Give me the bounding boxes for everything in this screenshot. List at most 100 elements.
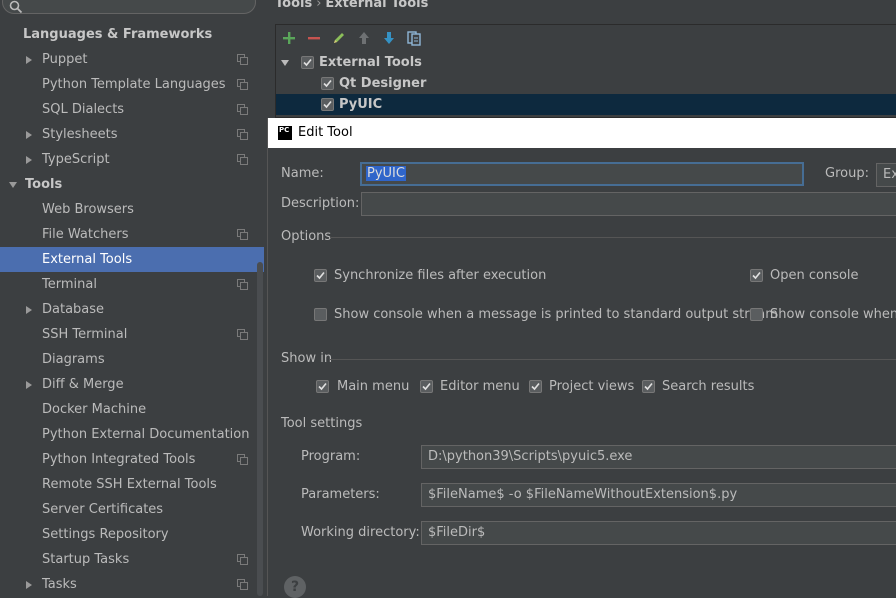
- project-level-icon: [237, 79, 248, 90]
- project-level-icon: [237, 579, 248, 590]
- sidebar-item-python-external-documentation[interactable]: Python External Documentation: [0, 422, 264, 447]
- option-label: Main menu: [337, 379, 410, 394]
- checkbox-search-results[interactable]: [642, 380, 655, 393]
- chevron-right-icon[interactable]: [24, 55, 34, 65]
- sidebar-item-languages-frameworks[interactable]: Languages & Frameworks: [0, 22, 264, 47]
- sidebar-item-label: Diff & Merge: [42, 377, 124, 392]
- edit-icon[interactable]: [331, 30, 347, 46]
- tools-toolbar: [276, 25, 896, 51]
- sidebar-item-diagrams[interactable]: Diagrams: [0, 347, 264, 372]
- checkmark-icon: [323, 79, 332, 88]
- program-label: Program:: [301, 449, 361, 464]
- option-label: Search results: [662, 379, 755, 394]
- program-input[interactable]: D:\python39\Scripts\pyuic5.exe: [421, 445, 896, 469]
- dialog-title-bar[interactable]: PC Edit Tool: [268, 118, 896, 148]
- sidebar-item-label: SSH Terminal: [42, 327, 128, 342]
- external-tools-panel: External Tools Qt Designer PyUIC: [275, 24, 896, 118]
- tree-group-external-tools[interactable]: External Tools: [276, 52, 896, 73]
- sidebar-scrollbar[interactable]: [257, 262, 263, 596]
- group-combobox[interactable]: Ext: [876, 163, 896, 187]
- description-label: Description:: [281, 196, 360, 211]
- sidebar-item-label: Docker Machine: [42, 402, 147, 417]
- program-value: D:\python39\Scripts\pyuic5.exe: [428, 449, 633, 464]
- sidebar-item-label: Terminal: [42, 277, 97, 292]
- chevron-down-icon[interactable]: [8, 180, 18, 190]
- chevron-down-icon[interactable]: [280, 58, 290, 68]
- chevron-right-icon[interactable]: [24, 580, 34, 590]
- sidebar-item-label: Startup Tasks: [42, 552, 130, 567]
- checkbox-external-tools[interactable]: [301, 56, 314, 69]
- checkbox-show-console-stdout[interactable]: [314, 308, 327, 321]
- sidebar-item-tasks[interactable]: Tasks: [0, 572, 264, 597]
- sidebar-item-python-integrated-tools[interactable]: Python Integrated Tools: [0, 447, 264, 472]
- sidebar-item-file-watchers[interactable]: File Watchers: [0, 222, 264, 247]
- sidebar-item-terminal[interactable]: Terminal: [0, 272, 264, 297]
- move-up-icon[interactable]: [356, 30, 372, 46]
- checkbox-project-views[interactable]: [529, 380, 542, 393]
- sidebar-item-ssh-terminal[interactable]: SSH Terminal: [0, 322, 264, 347]
- sidebar-item-label: File Watchers: [42, 227, 129, 242]
- name-input[interactable]: PyUIC: [360, 162, 804, 186]
- options-divider: [330, 237, 896, 238]
- checkbox-pyuic[interactable]: [321, 98, 334, 111]
- remove-icon[interactable]: [306, 30, 322, 46]
- checkbox-synchronize[interactable]: [314, 269, 327, 282]
- chevron-right-icon[interactable]: [24, 305, 34, 315]
- sidebar-item-web-browsers[interactable]: Web Browsers: [0, 197, 264, 222]
- parameters-input[interactable]: $FileName$ -o $FileNameWithoutExtension$…: [421, 483, 896, 507]
- name-input-value: PyUIC: [366, 166, 406, 181]
- help-button[interactable]: ?: [284, 576, 306, 598]
- project-level-icon: [237, 279, 248, 290]
- help-icon: ?: [290, 579, 300, 595]
- sidebar-item-database[interactable]: Database: [0, 297, 264, 322]
- tree-item-qt-designer[interactable]: Qt Designer: [276, 73, 896, 94]
- sidebar-item-tools[interactable]: Tools: [0, 172, 264, 197]
- project-level-icon: [237, 54, 248, 65]
- sidebar-item-server-certificates[interactable]: Server Certificates: [0, 497, 264, 522]
- project-level-icon: [237, 554, 248, 565]
- checkmark-icon: [422, 382, 431, 391]
- checkbox-editor-menu[interactable]: [420, 380, 433, 393]
- working-directory-label: Working directory:: [301, 525, 420, 540]
- sidebar-item-diff-merge[interactable]: Diff & Merge: [0, 372, 264, 397]
- checkmark-icon: [323, 100, 332, 109]
- breadcrumb-root[interactable]: Tools: [275, 0, 312, 11]
- settings-search-input[interactable]: [2, 0, 256, 14]
- sidebar-item-typescript[interactable]: TypeScript: [0, 147, 264, 172]
- sidebar-item-remote-ssh-external-tools[interactable]: Remote SSH External Tools: [0, 472, 264, 497]
- move-down-icon[interactable]: [381, 30, 397, 46]
- checkbox-qt-designer[interactable]: [321, 77, 334, 90]
- checkbox-open-console[interactable]: [750, 269, 763, 282]
- option-label: Editor menu: [440, 379, 520, 394]
- sidebar-item-stylesheets[interactable]: Stylesheets: [0, 122, 264, 147]
- checkmark-icon: [318, 382, 327, 391]
- chevron-right-icon[interactable]: [24, 155, 34, 165]
- sidebar-item-python-template-languages[interactable]: Python Template Languages: [0, 72, 264, 97]
- checkbox-show-console-stderr[interactable]: [750, 308, 763, 321]
- working-directory-input[interactable]: $FileDir$: [421, 521, 896, 545]
- option-label: Synchronize files after execution: [334, 268, 547, 283]
- project-level-icon: [237, 454, 248, 465]
- sidebar-item-sql-dialects[interactable]: SQL Dialects: [0, 97, 264, 122]
- sidebar-item-docker-machine[interactable]: Docker Machine: [0, 397, 264, 422]
- description-input[interactable]: [361, 192, 896, 216]
- project-level-icon: [237, 329, 248, 340]
- sidebar-item-settings-repository[interactable]: Settings Repository: [0, 522, 264, 547]
- sidebar-item-external-tools[interactable]: External Tools: [0, 247, 264, 272]
- options-header: Options: [281, 229, 332, 244]
- sidebar-item-label: Diagrams: [42, 352, 105, 367]
- checkbox-main-menu[interactable]: [316, 380, 329, 393]
- chevron-right-icon[interactable]: [24, 380, 34, 390]
- tree-item-pyuic[interactable]: PyUIC: [276, 94, 896, 115]
- sidebar-item-startup-tasks[interactable]: Startup Tasks: [0, 547, 264, 572]
- copy-icon[interactable]: [406, 30, 422, 46]
- add-icon[interactable]: [281, 30, 297, 46]
- sidebar-item-label: Python External Documentation: [42, 427, 250, 442]
- sidebar-item-label: Remote SSH External Tools: [42, 477, 217, 492]
- pycharm-icon: PC: [278, 126, 292, 140]
- chevron-right-icon[interactable]: [24, 130, 34, 140]
- dialog-title: Edit Tool: [298, 125, 353, 140]
- sidebar-item-label: SQL Dialects: [42, 102, 125, 117]
- checkmark-icon: [303, 58, 312, 67]
- sidebar-item-puppet[interactable]: Puppet: [0, 47, 264, 72]
